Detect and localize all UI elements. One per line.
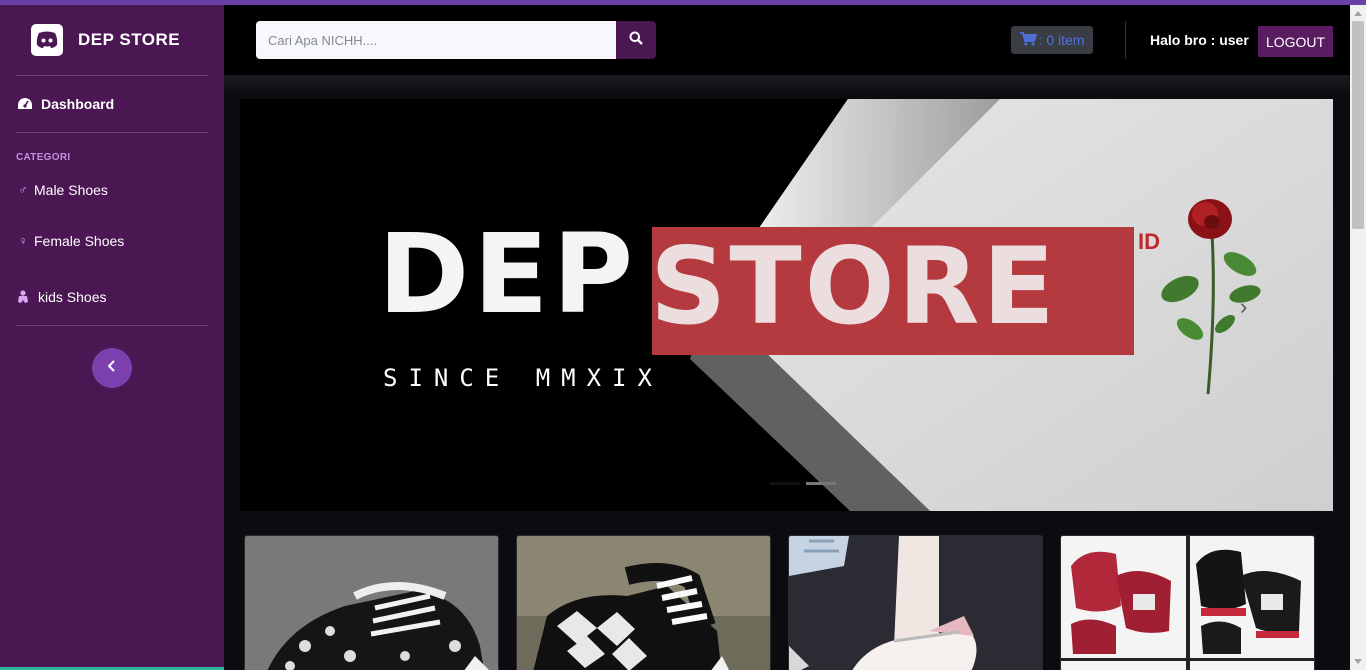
scroll-up-icon[interactable] (1354, 11, 1362, 16)
page-scrollbar[interactable] (1350, 5, 1366, 670)
topbar: : 0 item Halo bro : user LOGOUT (224, 5, 1350, 75)
baby-icon (16, 290, 30, 304)
logout-button[interactable]: LOGOUT (1258, 26, 1333, 57)
greeting-user: : user (1210, 32, 1249, 48)
venus-icon: ♀ (18, 234, 28, 248)
cart-icon (1019, 31, 1037, 49)
sidebar: DEP STORE Dashboard CATEGORI ♂ Male Shoe… (0, 5, 224, 670)
content-shadow (224, 75, 1350, 97)
banner-word-store: STORE (650, 225, 1058, 348)
sidebar-toggle-button[interactable] (92, 348, 132, 388)
sidebar-item-female-shoes[interactable]: ♀ Female Shoes (0, 213, 224, 269)
tachometer-icon (16, 97, 34, 111)
sidebar-item-kids-shoes[interactable]: kids Shoes (0, 269, 224, 325)
product-image-1 (245, 536, 498, 670)
cart-button[interactable]: : 0 item (1011, 26, 1093, 54)
cart-count: : 0 item (1038, 32, 1085, 48)
brand[interactable]: DEP STORE (0, 5, 224, 75)
scroll-down-icon[interactable] (1354, 659, 1362, 664)
sidebar-item-label: Male Shoes (34, 182, 108, 198)
sidebar-item-label: Female Shoes (34, 233, 125, 249)
carousel-indicator-1[interactable] (770, 482, 800, 485)
sidebar-item-label: kids Shoes (38, 289, 107, 305)
product-card-2[interactable] (516, 535, 771, 670)
chevron-left-icon (107, 359, 117, 377)
mars-icon: ♂ (18, 183, 28, 197)
banner-word-dep: DEP (378, 210, 638, 338)
topbar-divider (1125, 21, 1126, 59)
search-input[interactable] (256, 21, 616, 59)
product-card-3[interactable] (788, 535, 1043, 670)
product-image-2 (517, 536, 770, 670)
product-image-3 (789, 536, 1042, 670)
carousel-next-icon[interactable]: › (1240, 294, 1247, 320)
brand-name: DEP STORE (78, 30, 181, 49)
category-heading: CATEGORI (16, 152, 71, 163)
sidebar-item-dashboard[interactable]: Dashboard (0, 76, 224, 132)
discord-icon (31, 24, 63, 56)
product-grid (244, 535, 1324, 670)
search-icon (629, 31, 643, 50)
carousel-indicators (770, 482, 836, 485)
product-image-4 (1061, 536, 1314, 670)
main-content: DEP SINCE MMXIX STORE ID › (224, 75, 1350, 670)
product-card-1[interactable] (244, 535, 499, 670)
top-accent-line (0, 0, 1366, 5)
user-greeting: Halo bro : user (1150, 32, 1249, 48)
scrollbar-thumb[interactable] (1352, 21, 1364, 229)
banner-tagline: SINCE MMXIX (383, 364, 663, 392)
sidebar-item-male-shoes[interactable]: ♂ Male Shoes (0, 167, 224, 213)
search-bar (256, 21, 656, 59)
banner-carousel: DEP SINCE MMXIX STORE ID › (240, 99, 1333, 511)
search-button[interactable] (616, 21, 656, 59)
product-card-4[interactable] (1060, 535, 1315, 670)
sidebar-item-label: Dashboard (41, 96, 115, 112)
carousel-indicator-2[interactable] (806, 482, 836, 485)
greeting-label: Halo bro (1150, 32, 1207, 48)
sidebar-divider (16, 325, 208, 326)
